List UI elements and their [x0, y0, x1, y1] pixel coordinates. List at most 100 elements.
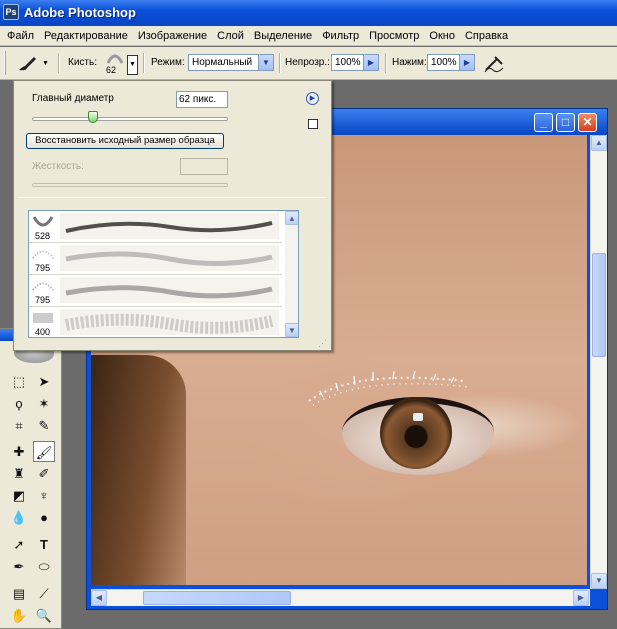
path-selection-tool-icon[interactable]: ➚ — [8, 534, 30, 555]
blur-tool-icon[interactable]: 💧 — [8, 507, 30, 528]
options-grip[interactable] — [4, 51, 6, 75]
brush-preset-item[interactable]: 528 — [29, 211, 282, 243]
opacity-input[interactable]: 100% ▶ — [331, 54, 379, 71]
brush-tip-thumbnail-icon — [32, 216, 54, 227]
menu-help[interactable]: Справка — [460, 27, 513, 45]
brush-preset-size: 528 — [35, 231, 51, 241]
tool-preset-picker[interactable] — [16, 53, 40, 73]
brush-tip-thumbnail-icon — [32, 250, 54, 259]
scroll-up-button[interactable]: ▲ — [591, 135, 607, 151]
vertical-scrollbar[interactable]: ▲ ▼ — [590, 135, 607, 589]
hand-tool-icon[interactable]: ✋ — [8, 605, 30, 626]
brush-preset-picker: Главный диаметр 62 пикс. ▶ Восстановить … — [13, 80, 332, 351]
notes-tool-icon[interactable]: ▤ — [8, 583, 30, 604]
magic-wand-tool-icon[interactable]: ✶ — [33, 393, 55, 414]
move-tool-icon[interactable]: ➤ — [33, 371, 55, 392]
history-brush-tool-icon[interactable]: ✐ — [33, 463, 55, 484]
menu-filter[interactable]: Фильтр — [317, 27, 364, 45]
chevron-down-icon[interactable]: ▼ — [258, 55, 273, 70]
ellipse-tool-icon[interactable]: ⬭ — [33, 556, 55, 577]
scroll-left-button[interactable]: ◀ — [91, 590, 107, 606]
flow-value: 100% — [431, 57, 457, 68]
master-diameter-label: Главный диаметр — [32, 93, 114, 104]
brush-stroke-preview — [60, 309, 279, 335]
picker-menu-button[interactable]: ▶ — [306, 92, 319, 105]
brush-tip-thumbnail-icon — [33, 313, 53, 323]
scroll-up-button[interactable]: ▲ — [285, 211, 298, 225]
brush-tool-icon[interactable]: 🖌 — [33, 441, 55, 462]
brush-stroke-preview — [60, 213, 279, 239]
app-titlebar[interactable]: Ps Adobe Photoshop — [0, 0, 617, 26]
master-diameter-slider-thumb[interactable] — [87, 111, 98, 123]
menu-bar: Файл Редактирование Изображение Слой Выд… — [0, 26, 617, 46]
brush-size-picker[interactable]: 62 — [104, 51, 126, 77]
menu-edit[interactable]: Редактирование — [39, 27, 133, 45]
vertical-scroll-thumb[interactable] — [592, 253, 606, 357]
type-tool-icon[interactable]: T — [33, 534, 55, 555]
brush-tip-thumbnail-icon — [32, 282, 54, 291]
scroll-down-button[interactable]: ▼ — [591, 573, 607, 589]
maximize-icon: □ — [561, 115, 570, 129]
brush-size-value: 62 — [106, 65, 117, 75]
new-preset-icon[interactable] — [308, 119, 318, 129]
healing-brush-tool-icon[interactable]: ✚ — [8, 441, 30, 462]
app-title: Adobe Photoshop — [24, 5, 136, 20]
popup-divider — [18, 197, 326, 198]
maximize-button[interactable]: □ — [556, 113, 575, 132]
mode-select[interactable]: Нормальный ▼ — [188, 54, 274, 71]
menu-window[interactable]: Окно — [424, 27, 460, 45]
chevron-right-icon[interactable]: ▶ — [459, 55, 474, 70]
eyedropper-tool-icon[interactable]: ⟋ — [33, 583, 55, 604]
airbrush-icon — [484, 56, 504, 73]
options-bar: ▼ Кисть: 62 ▼ Режим: Нормальный ▼ Непроз… — [0, 47, 617, 80]
paint-bucket-tool-icon[interactable]: ♆ — [33, 485, 55, 506]
menu-select[interactable]: Выделение — [249, 27, 317, 45]
resize-grip-icon[interactable]: ⋰ — [318, 337, 330, 349]
airbrush-toggle[interactable] — [483, 52, 507, 74]
hardness-slider — [32, 183, 228, 187]
brush-stroke-preview — [60, 277, 279, 303]
brush-preset-size: 795 — [35, 263, 51, 273]
chevron-down-icon[interactable]: ▼ — [42, 60, 49, 67]
marquee-tool-icon[interactable]: ⬚ — [8, 371, 30, 392]
brush-preset-item[interactable]: 795 — [29, 243, 282, 275]
chevron-right-icon[interactable]: ▶ — [363, 55, 378, 70]
mode-label: Режим: — [151, 57, 185, 68]
preset-list-scrollbar[interactable]: ▲ ▼ — [285, 211, 298, 337]
toolbox: ⬚ ➤ ϙ ✶ ⌗ ✎ ✚ 🖌 ♜ ✐ ◩ ♆ 💧 ● ➚ T ✒ ⬭ ▤ ⟋ … — [0, 328, 62, 629]
dodge-tool-icon[interactable]: ● — [33, 507, 55, 528]
eraser-tool-icon[interactable]: ◩ — [8, 485, 30, 506]
brush-preset-item[interactable]: 795 — [29, 275, 282, 307]
pen-tool-icon[interactable]: ✒ — [8, 556, 30, 577]
zoom-tool-icon[interactable]: 🔍 — [33, 605, 55, 626]
restore-sample-size-button[interactable]: Восстановить исходный размер образца — [26, 133, 224, 149]
brush-preset-size: 795 — [35, 295, 51, 305]
brush-preset-size: 400 — [35, 327, 51, 337]
slice-tool-icon[interactable]: ✎ — [33, 415, 55, 436]
brush-icon — [19, 57, 36, 71]
crop-tool-icon[interactable]: ⌗ — [8, 415, 30, 436]
brush-preset-item[interactable]: 400 — [29, 307, 282, 337]
options-divider — [279, 53, 281, 73]
scroll-right-button[interactable]: ▶ — [573, 590, 589, 606]
brush-stroke-preview — [60, 245, 279, 271]
menu-layer[interactable]: Слой — [212, 27, 249, 45]
flow-label: Нажим: — [392, 57, 427, 68]
brush-dropdown-button[interactable]: ▼ — [127, 55, 138, 75]
master-diameter-input[interactable]: 62 пикс. — [176, 91, 228, 108]
minimize-icon: _ — [540, 115, 547, 129]
menu-image[interactable]: Изображение — [133, 27, 212, 45]
horizontal-scroll-thumb[interactable] — [143, 591, 291, 605]
close-button[interactable]: ✕ — [578, 113, 597, 132]
menu-view[interactable]: Просмотр — [364, 27, 424, 45]
horizontal-scrollbar[interactable]: ◀ ▶ — [91, 589, 590, 606]
master-diameter-slider[interactable] — [32, 117, 228, 121]
minimize-button[interactable]: _ — [534, 113, 553, 132]
photoshop-logo-icon: Ps — [3, 4, 19, 20]
clone-stamp-tool-icon[interactable]: ♜ — [8, 463, 30, 484]
lasso-tool-icon[interactable]: ϙ — [8, 393, 30, 414]
menu-file[interactable]: Файл — [2, 27, 39, 45]
scroll-down-button[interactable]: ▼ — [285, 323, 298, 337]
brush-preset-list[interactable]: 528 795 795 400 ▲ ▼ — [28, 210, 299, 338]
flow-input[interactable]: 100% ▶ — [427, 54, 475, 71]
